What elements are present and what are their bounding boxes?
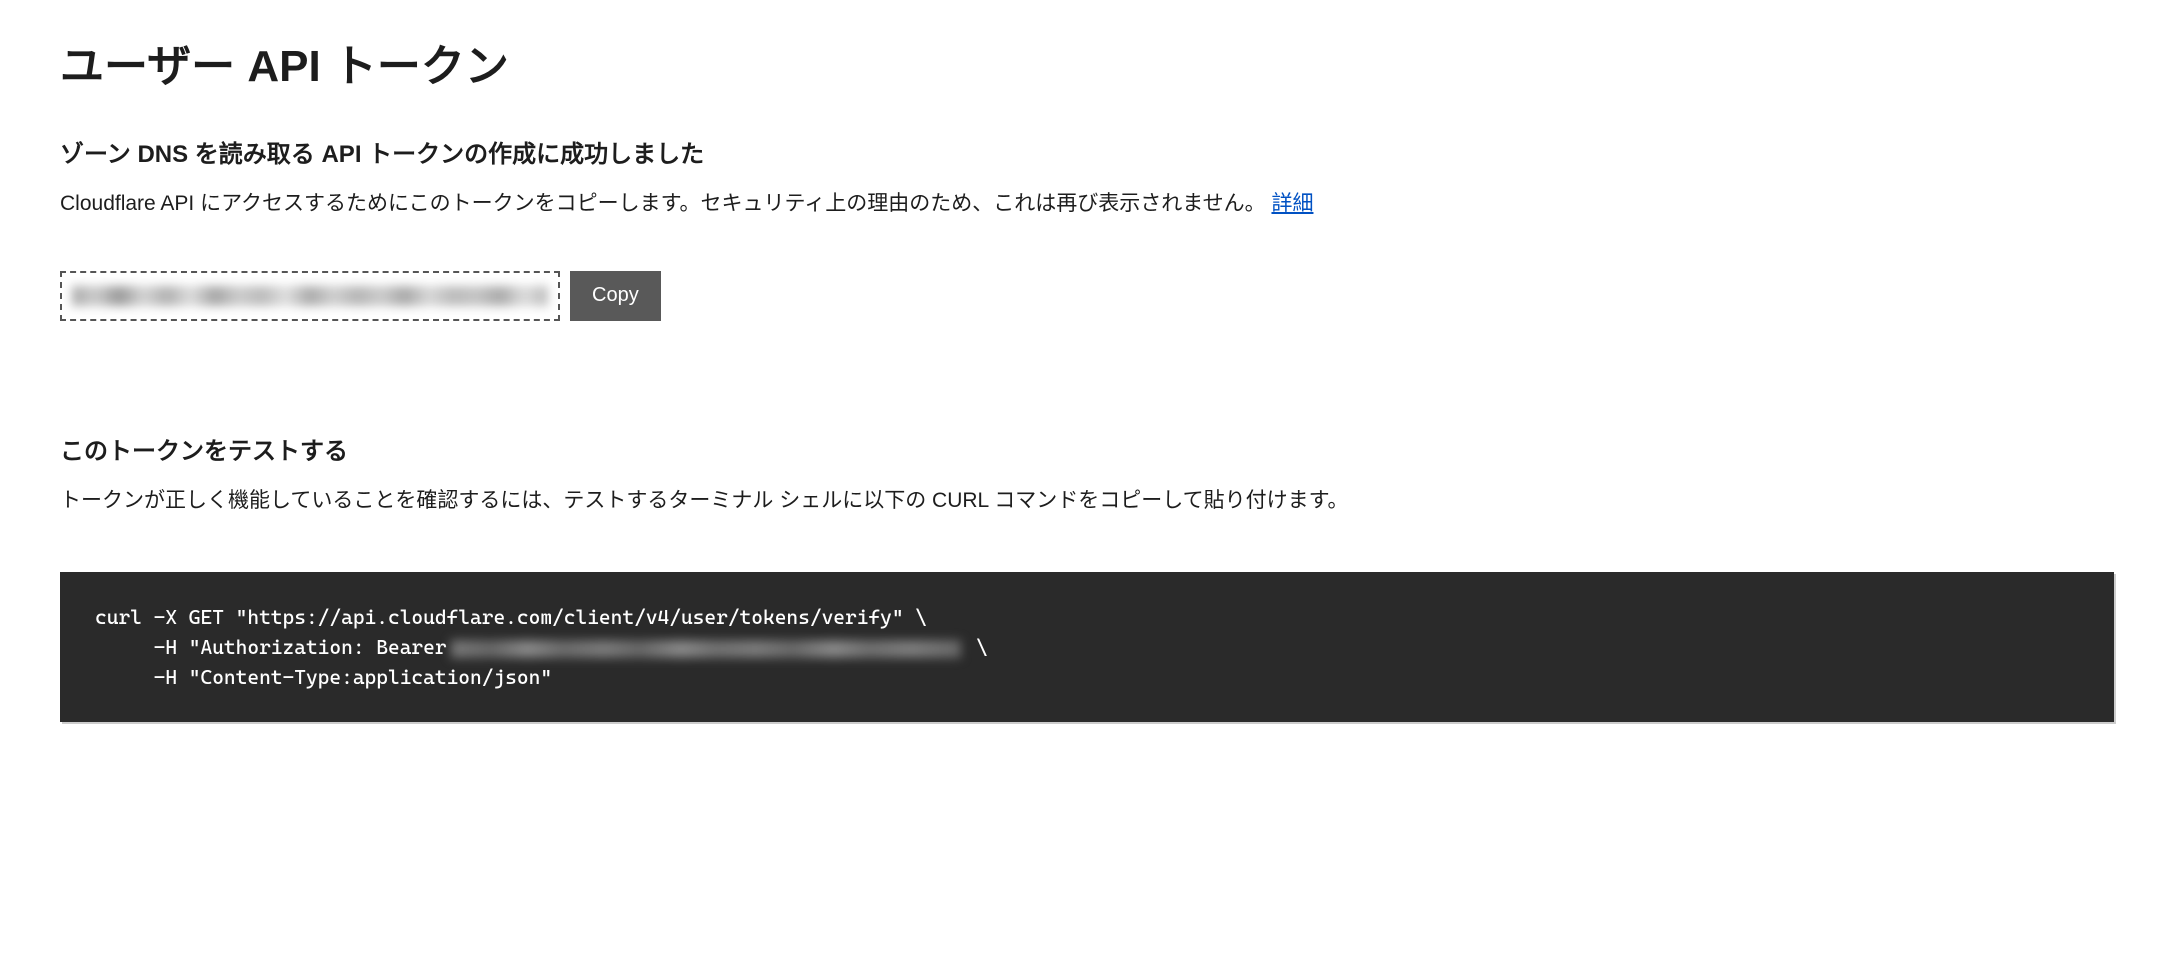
- curl-line-1: curl -X GET "https://api.cloudflare.com/…: [95, 605, 927, 629]
- curl-code-block[interactable]: curl -X GET "https://api.cloudflare.com/…: [60, 572, 2114, 722]
- token-input[interactable]: [60, 271, 560, 321]
- details-link[interactable]: 詳細: [1271, 192, 1313, 215]
- success-description: Cloudflare API にアクセスするためにこのトークンをコピーします。セ…: [60, 187, 2114, 221]
- token-redacted-blur: [72, 286, 548, 306]
- test-description: トークンが正しく機能していることを確認するには、テストするターミナル シェルに以…: [60, 484, 2114, 518]
- curl-line-2-prefix: -H "Authorization: Bearer: [95, 635, 447, 659]
- success-description-text: Cloudflare API にアクセスするためにこのトークンをコピーします。セ…: [60, 192, 1266, 215]
- page-title: ユーザー API トークン: [60, 30, 2114, 94]
- curl-token-redacted: [451, 640, 961, 658]
- copy-button[interactable]: Copy: [570, 271, 661, 321]
- curl-line-2-suffix: \: [965, 635, 988, 659]
- test-section: このトークンをテストする トークンが正しく機能していることを確認するには、テスト…: [60, 431, 2114, 723]
- test-heading: このトークンをテストする: [60, 431, 2114, 466]
- success-heading: ゾーン DNS を読み取る API トークンの作成に成功しました: [60, 134, 2114, 169]
- token-row: Copy: [60, 271, 2114, 321]
- curl-line-3: -H "Content-Type:application/json": [95, 665, 552, 689]
